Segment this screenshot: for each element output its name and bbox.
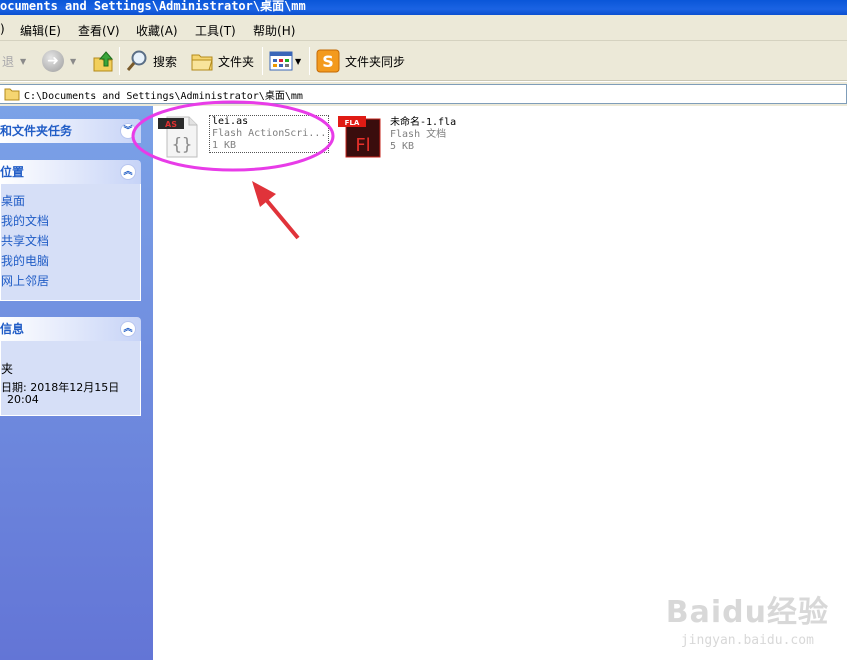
- detail-name: 夹: [1, 362, 14, 376]
- menu-item-favorites[interactable]: 收藏(A): [136, 22, 178, 39]
- views-button[interactable]: ▼: [269, 50, 301, 72]
- folders-icon: [191, 54, 213, 71]
- back-dropdown-icon[interactable]: ▼: [20, 57, 26, 66]
- file-type: Flash ActionScri...: [212, 128, 327, 139]
- menu-item-edit[interactable]: 编辑(E): [20, 22, 61, 39]
- file-size: 1 KB: [212, 140, 237, 151]
- collapse-chevron-icon[interactable]: ︽: [120, 321, 136, 337]
- other-places-header[interactable]: 位置 ︽: [0, 160, 141, 184]
- views-dropdown-icon[interactable]: ▼: [295, 57, 301, 66]
- address-field[interactable]: C:\Documents and Settings\Administrator\…: [0, 84, 847, 104]
- menu-item-view[interactable]: 查看(V): [78, 22, 120, 39]
- task-pane: 和文件夹任务 ︾ 位置 ︽ 桌面 我的文档 共享文档 我的电脑 网上邻居 信息 …: [0, 106, 153, 660]
- toolbar: 退 ▼ ➜ ▼ 搜索 文件夹 ▼ S 文件夹同步: [0, 41, 847, 81]
- tasks-title: 和文件夹任务: [0, 124, 73, 138]
- file-item[interactable]: AS {} lei.as Flash ActionScri... 1 KB: [157, 113, 337, 163]
- file-name: 未命名-1.fla: [390, 117, 457, 128]
- menu-tools-label: 工具: [195, 24, 220, 38]
- folders-label: 文件夹: [218, 54, 255, 69]
- menu-favorites-key: (A): [160, 24, 178, 38]
- file-badge: AS: [165, 120, 177, 129]
- address-bar: C:\Documents and Settings\Administrator\…: [0, 82, 847, 106]
- forward-dropdown-icon[interactable]: ▼: [70, 57, 76, 66]
- forward-button[interactable]: ➜ ▼: [42, 50, 76, 72]
- file-type: Flash 文档: [390, 129, 447, 140]
- file-text: 未命名-1.fla Flash 文档 5 KB: [390, 117, 456, 153]
- file-glyph: {}: [172, 135, 192, 155]
- search-label: 搜索: [153, 54, 178, 69]
- folder-icon: [4, 88, 20, 101]
- details-header[interactable]: 信息 ︽: [0, 317, 141, 341]
- file-size: 5 KB: [390, 141, 415, 152]
- menu-favorites-label: 收藏: [136, 24, 161, 38]
- place-link-shared-documents[interactable]: 共享文档: [1, 232, 49, 249]
- detail-time: 20:04: [7, 393, 39, 406]
- folder-sync-button[interactable]: S 文件夹同步: [316, 49, 405, 73]
- views-icon: [269, 51, 293, 71]
- menu-help-label: 帮助: [253, 24, 278, 38]
- baidu-watermark: Baidu经验 jingyan.baidu.com: [666, 587, 829, 648]
- back-button[interactable]: 退 ▼: [2, 53, 26, 70]
- file-item[interactable]: FLA Fl 未命名-1.fla Flash 文档 5 KB: [338, 113, 508, 163]
- toolbar-separator: [309, 47, 310, 75]
- menu-item-help[interactable]: 帮助(H): [253, 22, 295, 39]
- flash-document-icon: FLA Fl: [338, 116, 381, 158]
- menu-item-tools[interactable]: 工具(T): [195, 22, 236, 39]
- details-title: 信息: [0, 322, 25, 336]
- menu-edit-label: 编辑: [20, 24, 45, 38]
- folders-button[interactable]: 文件夹: [190, 49, 254, 73]
- other-places-panel: 桌面 我的文档 共享文档 我的电脑 网上邻居: [0, 184, 141, 301]
- sync-icon: S: [316, 49, 340, 73]
- file-badge: FLA: [345, 119, 360, 127]
- place-link-desktop[interactable]: 桌面: [1, 192, 25, 209]
- search-button[interactable]: 搜索: [125, 49, 177, 73]
- address-path: C:\Documents and Settings\Administrator\…: [24, 90, 303, 102]
- toolbar-separator: [119, 47, 120, 75]
- toolbar-separator: [262, 47, 263, 75]
- details-panel: 夹 日期: 2018年12月15日 20:04: [0, 341, 141, 416]
- file-folder-tasks-header[interactable]: 和文件夹任务 ︾: [0, 119, 141, 143]
- file-label-box: lei.as Flash ActionScri... 1 KB: [209, 115, 330, 153]
- file-text: lei.as Flash ActionScri... 1 KB: [209, 115, 330, 153]
- menu-item-file-partial[interactable]: ): [0, 22, 5, 36]
- place-link-my-documents[interactable]: 我的文档: [1, 212, 49, 229]
- menu-help-key: (H): [277, 24, 296, 38]
- file-list-view[interactable]: AS {} lei.as Flash ActionScri... 1 KB FL…: [153, 106, 847, 660]
- window-title: ocuments and Settings\Administrator\桌面\m…: [0, 0, 306, 13]
- place-link-my-computer[interactable]: 我的电脑: [1, 252, 49, 269]
- svg-text:S: S: [322, 52, 334, 71]
- menu-bar: ) 编辑(E) 查看(V) 收藏(A) 工具(T) 帮助(H): [0, 15, 847, 41]
- menu-view-label: 查看: [78, 24, 103, 38]
- title-bar: ocuments and Settings\Administrator\桌面\m…: [0, 0, 847, 15]
- watermark-logo: Baidu经验: [665, 595, 829, 630]
- up-folder-icon: [93, 51, 114, 72]
- up-folder-button[interactable]: [91, 49, 115, 73]
- expand-chevron-icon[interactable]: ︾: [120, 123, 136, 139]
- back-label: 退: [2, 55, 15, 69]
- menu-edit-key: (E): [44, 24, 61, 38]
- folder-sync-label: 文件夹同步: [345, 54, 406, 69]
- places-title: 位置: [0, 165, 25, 179]
- search-icon: [126, 50, 147, 71]
- forward-arrow-icon: ➜: [42, 50, 64, 72]
- file-name: lei.as: [212, 116, 249, 127]
- actionscript-file-icon: AS {}: [158, 116, 198, 158]
- menu-tools-key: (T): [219, 24, 236, 38]
- file-glyph: Fl: [355, 135, 370, 156]
- collapse-chevron-icon[interactable]: ︽: [120, 164, 136, 180]
- menu-view-key: (V): [102, 24, 120, 38]
- place-link-network[interactable]: 网上邻居: [1, 272, 49, 289]
- watermark-url: jingyan.baidu.com: [680, 633, 814, 648]
